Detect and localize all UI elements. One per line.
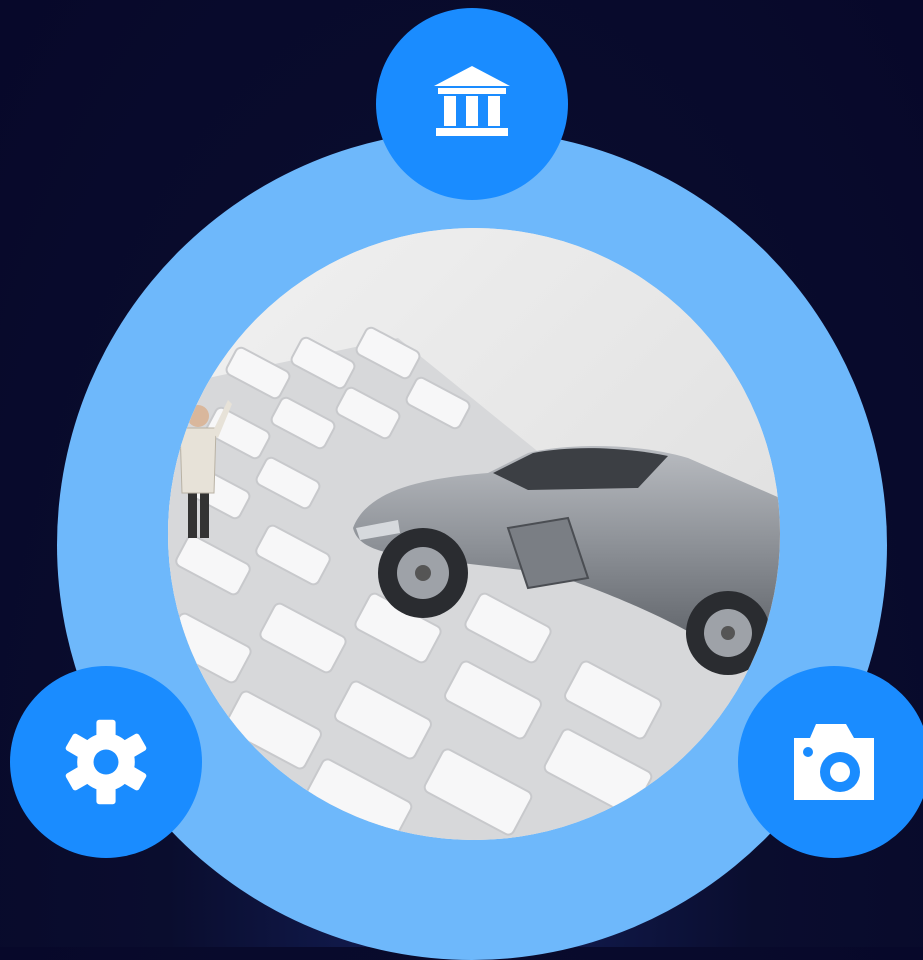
camera-node-button[interactable]	[738, 666, 923, 858]
gear-icon	[65, 719, 147, 805]
bank-icon	[434, 66, 510, 136]
center-photo	[168, 228, 780, 840]
camera-icon	[794, 724, 874, 800]
car-keyboard-image	[168, 228, 780, 840]
settings-node-button[interactable]	[10, 666, 202, 858]
bank-node-button[interactable]	[376, 8, 568, 200]
